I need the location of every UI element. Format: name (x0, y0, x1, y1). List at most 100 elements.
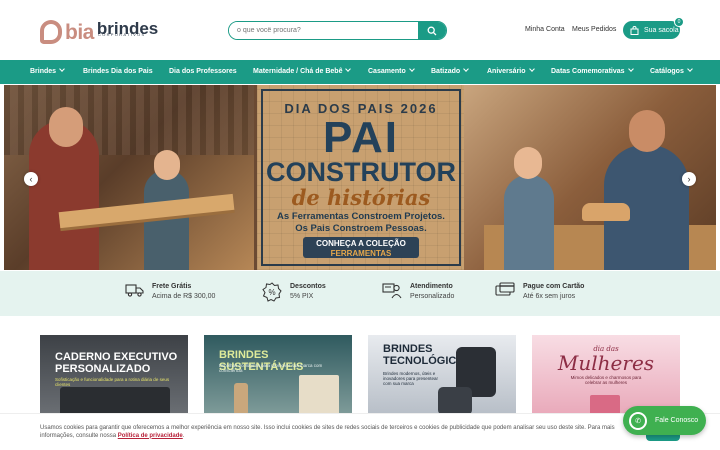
banner-cta-line2: FERRAMENTAS (330, 249, 392, 258)
child-head (514, 147, 542, 179)
notebook-image (60, 387, 170, 415)
nav-label: Dia dos Professores (169, 68, 237, 75)
nav-label: Batizado (431, 68, 461, 75)
chevron-right-icon: › (687, 174, 691, 184)
eco-bag-image (299, 375, 339, 415)
cookie-suffix: . (182, 432, 185, 439)
carousel-next-button[interactable]: › (682, 172, 696, 186)
father-head (49, 107, 83, 147)
banner-photo-left (4, 85, 254, 270)
svg-text:%: % (268, 288, 275, 297)
cart-button[interactable]: Sua sacola 0 (623, 17, 684, 39)
banner-center-panel: DIA DOS PAIS 2026 PAI CONSTRUTOR de hist… (257, 85, 465, 270)
nav-label: Casamento (368, 68, 406, 75)
cart-label: Sua sacola (644, 26, 679, 34)
nav-label: Brindes (30, 68, 57, 75)
nav-label: Datas Comemorativas (551, 68, 625, 75)
banner-title-pai: PAI (322, 113, 400, 162)
whatsapp-icon: ✆ (629, 411, 647, 430)
feature-subtitle: Personalizado (410, 293, 455, 300)
child-head (154, 150, 180, 180)
banner-title-historias: de histórias (291, 185, 431, 210)
feature-subtitle: Acima de R$ 300,00 (152, 293, 216, 300)
my-orders-link[interactable]: Meus Pedidos (572, 26, 616, 33)
card-title: CADERNO EXECUTIVO PERSONALIZADO (55, 351, 178, 375)
chevron-down-icon (627, 66, 634, 72)
nav-item-batizado[interactable]: Batizado (431, 60, 470, 84)
nav-item-catalogos[interactable]: Catálogos (650, 60, 693, 84)
wooden-car (582, 203, 630, 221)
feature-title: Pague com Cartão (523, 283, 585, 290)
nav-item-dia-dos-pais[interactable]: Brindes Dia dos Pais (83, 60, 153, 84)
card-title: BRINDES TECNOLÓGICOS (383, 343, 473, 367)
banner-subtitle-line1: As Ferramentas Constroem Projetos. (277, 211, 445, 222)
card-dia-das-mulheres[interactable]: dia das Mulheres Mimos delicados e charm… (532, 335, 680, 415)
feature-title: Descontos (290, 283, 326, 290)
search-icon (427, 26, 437, 35)
banner-cta-line1: CONHEÇA A COLEÇÃO (316, 239, 406, 248)
nav-item-brindes[interactable]: Brindes (30, 60, 65, 84)
search-bar (228, 21, 447, 40)
truck-icon (125, 284, 144, 297)
child-figure (144, 170, 189, 270)
hero-banner[interactable]: DIA DOS PAIS 2026 PAI CONSTRUTOR de hist… (4, 85, 716, 270)
main-nav: Brindes Brindes Dia dos Pais Dia dos Pro… (0, 60, 720, 84)
card-title: Mulheres (557, 351, 655, 375)
banner-subtitle: As Ferramentas Constroem Projetos. Os Pa… (257, 211, 465, 235)
cookie-text: Usamos cookies para garantir que oferece… (40, 425, 620, 440)
support-agent-icon (382, 283, 402, 299)
privacy-policy-link[interactable]: Política de privacidade (118, 433, 183, 439)
feature-subtitle: 5% PIX (290, 293, 314, 300)
search-button[interactable] (418, 22, 446, 39)
chevron-down-icon (463, 66, 470, 72)
site-logo[interactable]: bia brindes (40, 14, 158, 44)
nav-label: Aniversário (487, 68, 526, 75)
card-description: Escolhas ecológicas para promover sua ma… (219, 363, 323, 373)
nav-item-aniversario[interactable]: Aniversário (487, 60, 535, 84)
whatsapp-button[interactable]: ✆ Fale Conosco (623, 406, 706, 435)
feature-free-shipping: Frete Grátis Acima de R$ 300,00 (125, 282, 215, 302)
percent-badge-icon: % (262, 282, 282, 302)
nav-label: Catálogos (650, 68, 684, 75)
child-figure (504, 175, 554, 270)
chevron-down-icon (687, 66, 693, 72)
chevron-left-icon: ‹ (29, 174, 33, 184)
chevron-down-icon (59, 66, 65, 72)
chevron-down-icon (528, 66, 535, 72)
feature-subtitle: Até 6x sem juros (523, 293, 576, 300)
cookie-banner: Usamos cookies para garantir que oferece… (0, 413, 720, 450)
site-header: bia brindes CORPORATIVOS Minha Conta Meu… (0, 0, 720, 60)
logo-subtitle: CORPORATIVOS (98, 32, 146, 37)
card-brindes-tecnologicos[interactable]: BRINDES TECNOLÓGICOS Brindes modernos, ú… (368, 335, 516, 415)
nav-label: Maternidade / Chá de Bebê (253, 68, 343, 75)
feature-support: Atendimento Personalizado (382, 282, 454, 302)
logo-text-bia: bia (65, 21, 94, 44)
nav-item-dia-dos-professores[interactable]: Dia dos Professores (169, 60, 237, 84)
feature-card-payment: Pague com Cartão Até 6x sem juros (495, 282, 584, 302)
chevron-down-icon (345, 66, 352, 72)
nav-item-casamento[interactable]: Casamento (368, 60, 415, 84)
cart-count-badge: 0 (674, 17, 684, 27)
features-bar: Frete Grátis Acima de R$ 300,00 % Descont… (0, 271, 720, 316)
search-input[interactable] (229, 22, 418, 39)
nav-label: Brindes Dia dos Pais (83, 68, 153, 75)
feature-title: Frete Grátis (152, 283, 192, 290)
feature-discounts: % Descontos 5% PIX (262, 282, 326, 302)
nav-item-maternidade[interactable]: Maternidade / Chá de Bebê (253, 60, 352, 84)
card-caderno-executivo[interactable]: CADERNO EXECUTIVO PERSONALIZADO Sofistic… (40, 335, 188, 415)
feature-title: Atendimento (410, 283, 453, 290)
nav-item-datas-comemorativas[interactable]: Datas Comemorativas (551, 60, 634, 84)
banner-cta-button[interactable]: CONHEÇA A COLEÇÃO FERRAMENTAS (303, 237, 419, 258)
wireless-charger-image (438, 387, 472, 415)
father-head (629, 110, 665, 152)
gift-box-image (590, 395, 620, 415)
card-description: Brindes modernos, úteis e inovadores par… (383, 371, 439, 386)
logo-mark (40, 20, 62, 44)
credit-card-icon (495, 282, 515, 296)
bag-icon (630, 25, 639, 35)
my-account-link[interactable]: Minha Conta (525, 26, 565, 33)
carousel-prev-button[interactable]: ‹ (24, 172, 38, 186)
eco-bottle-image (234, 383, 248, 415)
chevron-down-icon (408, 66, 415, 72)
card-brindes-sustentaveis[interactable]: BRINDES SUSTENTÁVEIS Escolhas ecológicas… (204, 335, 352, 415)
